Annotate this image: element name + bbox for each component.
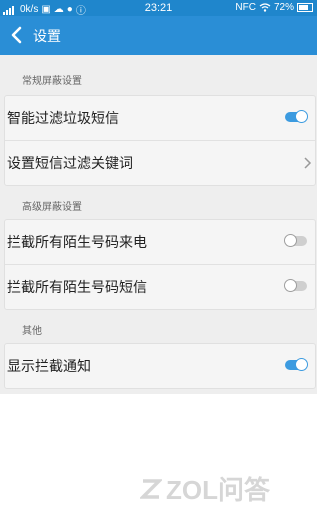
block-calls-row[interactable]: 拦截所有陌生号码来电 [5,220,315,265]
status-bar: 0k/s ▣ ☁ ● ⓘ 23:21 NFC 72% [0,0,317,17]
block-sms-toggle[interactable] [284,279,307,292]
wifi-icon [259,3,271,12]
back-arrow-icon[interactable] [6,24,28,46]
section-header-other: 其他 [22,326,42,337]
show-notify-label: 显示拦截通知 [7,359,91,375]
other-settings-card: 显示拦截通知 [4,343,316,389]
battery-percent: 72% [273,2,294,13]
toggle-knob [284,234,297,247]
page-title: 设置 [33,29,61,45]
block-sms-row[interactable]: 拦截所有陌生号码短信 [5,265,315,309]
keywords-row[interactable]: 设置短信过滤关键词 [5,141,315,185]
keywords-label: 设置短信过滤关键词 [7,156,133,172]
block-calls-label: 拦截所有陌生号码来电 [7,235,147,251]
smart-filter-label: 智能过滤垃圾短信 [7,111,119,127]
watermark-text: ZOL问答 [166,475,270,505]
settings-content: 常规屏蔽设置 智能过滤垃圾短信 设置短信过滤关键词 高级屏蔽设置 拦截所有陌生号… [0,55,317,394]
toggle-knob [295,110,308,123]
toolbar: 设置 [0,16,317,55]
toggle-knob [284,279,297,292]
section-header-general: 常规屏蔽设置 [22,76,82,87]
show-notify-toggle[interactable] [285,358,308,371]
block-calls-toggle[interactable] [284,234,307,247]
zol-logo-icon [140,478,162,499]
general-settings-card: 智能过滤垃圾短信 设置短信过滤关键词 [4,95,316,186]
nfc-indicator: NFC [235,2,256,13]
section-header-advanced: 高级屏蔽设置 [22,202,82,213]
smart-filter-row[interactable]: 智能过滤垃圾短信 [5,96,315,141]
show-notify-row[interactable]: 显示拦截通知 [5,344,315,388]
toggle-knob [295,358,308,371]
smart-filter-toggle[interactable] [285,110,308,123]
chevron-right-icon [304,157,312,169]
block-sms-label: 拦截所有陌生号码短信 [7,280,147,296]
battery-icon [297,3,313,12]
advanced-settings-card: 拦截所有陌生号码来电 拦截所有陌生号码短信 [4,219,316,310]
zol-watermark: ZOL问答 [140,470,270,507]
